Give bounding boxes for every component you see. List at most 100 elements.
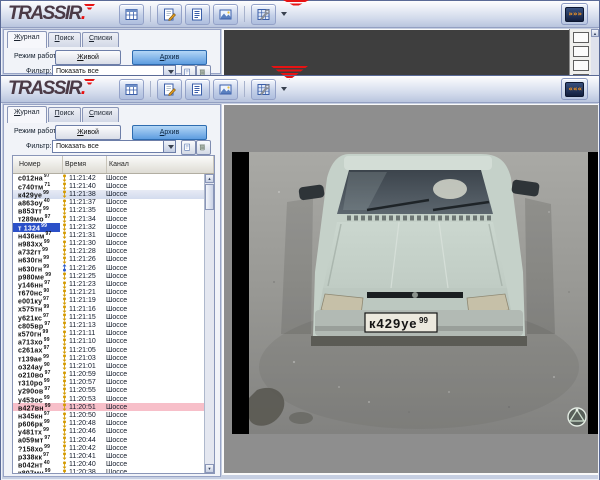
scroll-up-button[interactable]: ▲ xyxy=(591,29,599,37)
channel-cell: Шоссе xyxy=(106,404,205,411)
direction-down-icon xyxy=(60,256,69,264)
journal-list-icon xyxy=(191,83,204,96)
time-cell: 11:21:21 xyxy=(69,289,106,296)
filmstrip[interactable] xyxy=(569,29,591,77)
edit-document-button[interactable] xyxy=(157,4,182,25)
combo-dropdown-button[interactable] xyxy=(163,141,175,152)
edit-document-icon xyxy=(163,8,176,21)
direction-down-icon xyxy=(60,412,69,420)
channel-cell: Шоссе xyxy=(106,453,205,460)
channel-cell: Шоссе xyxy=(106,199,205,206)
document-icon xyxy=(184,143,193,153)
time-cell: 11:21:40 xyxy=(69,183,106,190)
journal-list-button[interactable] xyxy=(185,4,210,25)
image-view-icon xyxy=(219,83,232,96)
direction-down-icon xyxy=(60,428,69,436)
direction-down-icon xyxy=(60,371,69,379)
live-mode-button[interactable]: Живой xyxy=(55,125,121,140)
channel-cell: Шоссе xyxy=(106,428,205,435)
table-view-button[interactable] xyxy=(119,4,144,25)
plate-table: Номер Время Канал с012на9711:21:42Шоссес… xyxy=(12,155,215,474)
direction-down-icon xyxy=(60,403,69,411)
direction-down-icon xyxy=(60,313,69,321)
image-view-icon xyxy=(219,8,232,21)
time-cell: 11:20:50 xyxy=(69,412,106,419)
toolbar-divider xyxy=(244,6,245,22)
time-cell: 11:21:42 xyxy=(69,175,106,182)
logo-text: TRASSIR xyxy=(8,3,81,24)
image-view-button[interactable] xyxy=(213,4,238,25)
collapse-panel-button[interactable]: ««« xyxy=(561,78,588,100)
channel-cell: Шоссе xyxy=(106,265,205,272)
direction-down-icon xyxy=(60,190,69,198)
time-cell: 11:21:34 xyxy=(69,216,106,223)
time-cell: 11:21:25 xyxy=(69,273,106,280)
time-cell: 11:20:38 xyxy=(69,469,106,473)
filter-edit-button[interactable] xyxy=(181,140,196,155)
mode-row: Режим работы: Живой Архив xyxy=(4,50,220,64)
direction-down-icon xyxy=(60,354,69,362)
edit-document-icon xyxy=(163,83,176,96)
chevron-down-icon xyxy=(168,70,174,74)
journal-list-button[interactable] xyxy=(185,79,210,100)
tab-search[interactable]: Поиск xyxy=(48,107,81,122)
column-header-channel[interactable]: Канал xyxy=(107,156,214,173)
channel-cell: Шоссе xyxy=(106,240,205,247)
table-scrollbar[interactable]: ▲ ▼ xyxy=(204,174,214,473)
trassir-anpr-screen: { "app": { "logo_text": "TRASSIR", "logo… xyxy=(0,0,600,480)
edit-document-button[interactable] xyxy=(157,79,182,100)
toolbar-dropdown-icon[interactable] xyxy=(281,12,287,16)
column-header-time[interactable]: Время xyxy=(63,156,107,173)
channel-cell: Шоссе xyxy=(106,387,205,394)
time-cell: 11:21:19 xyxy=(69,297,106,304)
layout-settings-icon xyxy=(257,8,270,21)
time-cell: 11:21:26 xyxy=(69,265,106,272)
toolbar-divider xyxy=(150,6,151,22)
live-mode-button[interactable]: Живой xyxy=(55,50,121,65)
tab-journal[interactable]: Журнал xyxy=(7,31,47,48)
channel-cell: Шоссе xyxy=(106,338,205,345)
collapse-panel-button[interactable]: »»» xyxy=(561,3,588,25)
archive-mode-button[interactable]: Архив xyxy=(132,50,207,65)
channel-cell: Шоссе xyxy=(106,355,205,362)
image-view-button[interactable] xyxy=(213,79,238,100)
time-cell: 11:20:55 xyxy=(69,387,106,394)
table-view-button[interactable] xyxy=(119,79,144,100)
toolbar-divider xyxy=(244,81,245,97)
tab-lists[interactable]: Списки xyxy=(82,32,119,47)
layout-settings-button[interactable] xyxy=(251,79,276,100)
scroll-up-button[interactable]: ▲ xyxy=(205,174,214,183)
direction-down-icon xyxy=(60,469,69,473)
direction-down-icon xyxy=(60,330,69,338)
channel-cell: Шоссе xyxy=(106,183,205,190)
tab-lists[interactable]: Списки xyxy=(82,107,119,122)
time-cell: 11:21:16 xyxy=(69,306,106,313)
logo-red-arrow-icon xyxy=(84,4,95,11)
direction-down-icon xyxy=(60,207,69,215)
car: к429уе 99 xyxy=(298,154,540,346)
direction-down-icon xyxy=(60,420,69,428)
direction-down-icon xyxy=(60,240,69,248)
scroll-down-button[interactable]: ▼ xyxy=(205,464,214,473)
layout-settings-button[interactable] xyxy=(251,4,276,25)
time-cell: 11:21:01 xyxy=(69,363,106,370)
filmstrip-scrollbar[interactable]: ▲ xyxy=(591,29,599,77)
channel-cell: Шоссе xyxy=(106,232,205,239)
tab-journal[interactable]: Журнал xyxy=(7,106,47,123)
direction-down-icon xyxy=(60,379,69,387)
filter-delete-button[interactable] xyxy=(196,140,211,155)
toolbar-divider xyxy=(150,81,151,97)
scroll-thumb[interactable] xyxy=(205,184,214,210)
logo-text: TRASSIR xyxy=(8,78,81,99)
time-cell: 11:21:26 xyxy=(69,256,106,263)
tab-search[interactable]: Поиск xyxy=(48,32,81,47)
journal-list-icon xyxy=(191,8,204,21)
filter-select[interactable]: Показать все xyxy=(52,140,176,153)
column-header-number[interactable]: Номер xyxy=(13,156,63,173)
filter-value: Показать все xyxy=(56,143,99,150)
toolbar-dropdown-icon[interactable] xyxy=(281,87,287,91)
direction-down-icon xyxy=(60,215,69,223)
trash-icon xyxy=(199,143,208,153)
table-row[interactable]: к807мн9911:20:38Шоссе xyxy=(13,469,205,473)
archive-mode-button[interactable]: Архив xyxy=(132,125,207,140)
